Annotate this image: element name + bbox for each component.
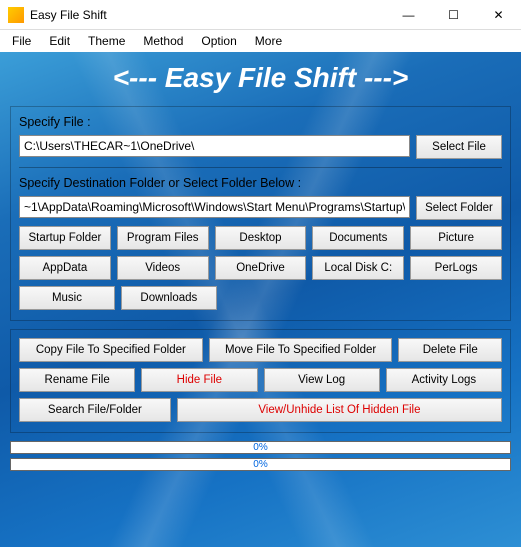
client-area: <--- Easy File Shift ---> Specify File :… [0, 52, 521, 547]
quick-desktop[interactable]: Desktop [215, 226, 307, 250]
activity-logs-button[interactable]: Activity Logs [386, 368, 502, 392]
rename-file-button[interactable]: Rename File [19, 368, 135, 392]
search-file-button[interactable]: Search File/Folder [19, 398, 171, 422]
select-folder-button[interactable]: Select Folder [416, 196, 502, 220]
progress-bar-2: 0% [10, 458, 511, 471]
move-file-button[interactable]: Move File To Specified Folder [209, 338, 393, 362]
menu-method[interactable]: Method [135, 32, 191, 50]
close-button[interactable]: ✕ [476, 0, 521, 30]
file-label: Specify File : [19, 115, 502, 129]
title-bar: Easy File Shift — ☐ ✕ [0, 0, 521, 30]
quick-appdata[interactable]: AppData [19, 256, 111, 280]
progress-bar-1: 0% [10, 441, 511, 454]
copy-file-button[interactable]: Copy File To Specified Folder [19, 338, 203, 362]
maximize-button[interactable]: ☐ [431, 0, 476, 30]
app-banner: <--- Easy File Shift ---> [0, 52, 521, 106]
file-panel: Specify File : Select File Specify Desti… [10, 106, 511, 321]
quick-downloads[interactable]: Downloads [121, 286, 217, 310]
dest-path-input[interactable] [19, 196, 410, 218]
divider [19, 167, 502, 168]
quick-local-disk-c[interactable]: Local Disk C: [312, 256, 404, 280]
menu-edit[interactable]: Edit [41, 32, 78, 50]
menu-bar: File Edit Theme Method Option More [0, 30, 521, 52]
menu-more[interactable]: More [247, 32, 290, 50]
menu-theme[interactable]: Theme [80, 32, 133, 50]
menu-option[interactable]: Option [193, 32, 244, 50]
minimize-button[interactable]: — [386, 0, 431, 30]
progress-1-text: 0% [11, 442, 510, 453]
progress-2-text: 0% [11, 459, 510, 470]
quick-program-files[interactable]: Program Files [117, 226, 209, 250]
view-unhide-button[interactable]: View/Unhide List Of Hidden File [177, 398, 502, 422]
quick-startup-folder[interactable]: Startup Folder [19, 226, 111, 250]
app-icon [8, 7, 24, 23]
quick-music[interactable]: Music [19, 286, 115, 310]
hide-file-button[interactable]: Hide File [141, 368, 257, 392]
quick-onedrive[interactable]: OneDrive [215, 256, 307, 280]
quick-perlogs[interactable]: PerLogs [410, 256, 502, 280]
file-path-input[interactable] [19, 135, 410, 157]
quick-picture[interactable]: Picture [410, 226, 502, 250]
quick-documents[interactable]: Documents [312, 226, 404, 250]
menu-file[interactable]: File [4, 32, 39, 50]
view-log-button[interactable]: View Log [264, 368, 380, 392]
select-file-button[interactable]: Select File [416, 135, 502, 159]
quick-videos[interactable]: Videos [117, 256, 209, 280]
dest-label: Specify Destination Folder or Select Fol… [19, 176, 502, 190]
actions-panel: Copy File To Specified Folder Move File … [10, 329, 511, 433]
delete-file-button[interactable]: Delete File [398, 338, 502, 362]
window-title: Easy File Shift [30, 8, 386, 22]
